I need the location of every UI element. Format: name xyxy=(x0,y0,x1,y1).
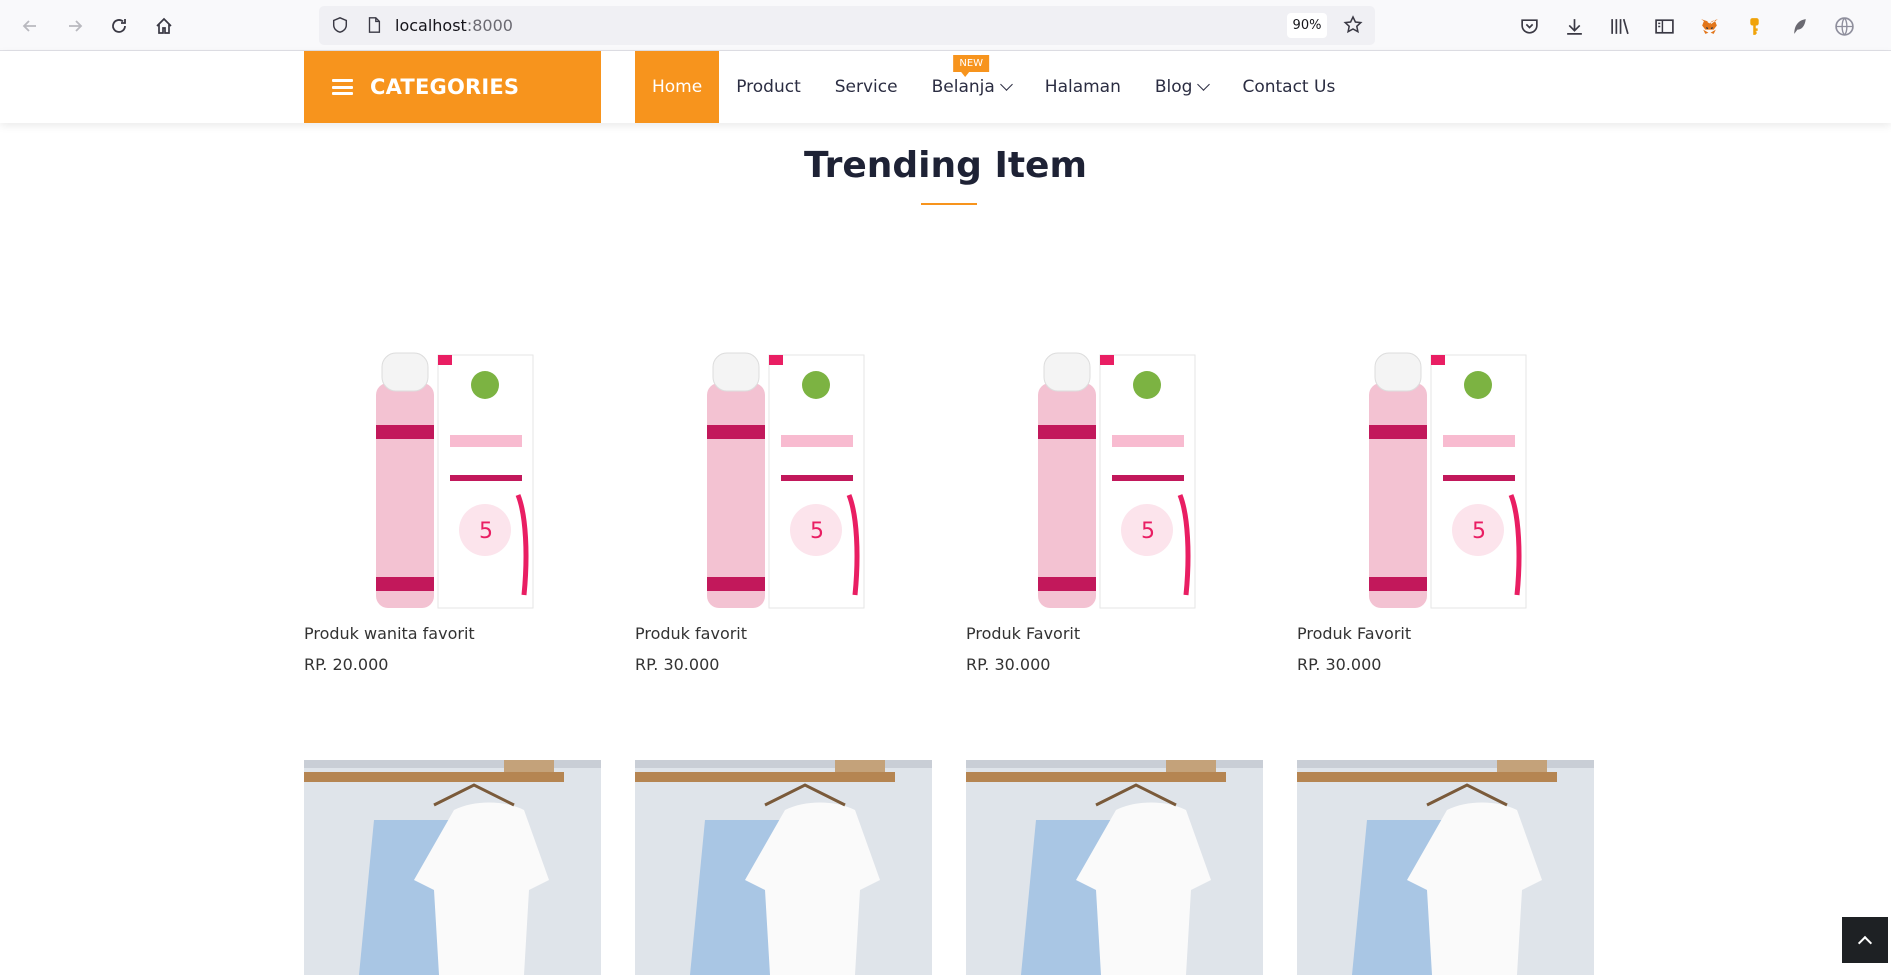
product-card[interactable]: 5 Produk wanita favorit RP. 20.000 xyxy=(304,310,601,674)
title-underline xyxy=(921,203,977,205)
download-icon[interactable] xyxy=(1561,13,1587,39)
chevron-up-icon xyxy=(1857,935,1873,950)
menu-item-label: Product xyxy=(736,77,801,97)
clothes-hanger-image xyxy=(1297,760,1594,975)
back-icon[interactable] xyxy=(17,13,43,39)
product-image[interactable] xyxy=(966,760,1263,975)
browser-toolbar: localhost:8000 90% xyxy=(0,0,1891,51)
new-badge: NEW xyxy=(953,55,990,77)
product-name[interactable]: Produk wanita favorit xyxy=(304,624,475,643)
clothes-hanger-image xyxy=(966,760,1263,975)
url-host: localhost xyxy=(395,16,467,35)
clothes-hanger-image xyxy=(304,760,601,975)
menu-item-label: Blog xyxy=(1154,77,1193,97)
serum-product-image: 5 xyxy=(375,352,533,609)
product-price: RP. 30.000 xyxy=(1297,655,1382,674)
back-to-top-button[interactable] xyxy=(1842,917,1888,963)
menu-item-home[interactable]: Home xyxy=(635,51,720,123)
product-image[interactable] xyxy=(304,760,601,975)
url-text[interactable]: localhost:8000 xyxy=(395,16,513,35)
sidebar-icon[interactable] xyxy=(1651,13,1677,39)
clothes-hanger-image xyxy=(635,760,932,975)
svg-text:5: 5 xyxy=(1472,519,1486,544)
menu-item-product[interactable]: Product xyxy=(719,51,818,123)
globe-icon[interactable] xyxy=(1831,13,1857,39)
svg-text:5: 5 xyxy=(479,519,493,544)
url-port: :8000 xyxy=(466,16,513,35)
product-price: RP. 30.000 xyxy=(635,655,720,674)
serum-product-image: 5 xyxy=(706,352,864,609)
address-bar[interactable]: localhost:8000 90% xyxy=(319,6,1375,45)
reload-icon[interactable] xyxy=(106,13,132,39)
home-icon[interactable] xyxy=(151,13,177,39)
categories-button[interactable]: CATEGORIES xyxy=(304,51,601,123)
section-title: Trending Item xyxy=(804,145,1087,186)
menu-item-label: Home xyxy=(652,77,703,97)
product-name[interactable]: Produk favorit xyxy=(635,624,747,643)
page-icon xyxy=(368,17,381,33)
metamask-fox-icon[interactable] xyxy=(1696,13,1722,39)
menu-item-label: Service xyxy=(834,77,898,97)
serum-product-image: 5 xyxy=(1037,352,1195,609)
hamburger-icon xyxy=(332,79,353,95)
serum-product-image: 5 xyxy=(1368,352,1526,609)
categories-label: CATEGORIES xyxy=(370,75,520,99)
menu-item-belanja[interactable]: NEW Belanja xyxy=(915,51,1028,123)
menu-item-contact-us[interactable]: Contact Us xyxy=(1225,51,1352,123)
bookmark-star-icon[interactable] xyxy=(1343,15,1363,35)
menu-item-blog[interactable]: Blog xyxy=(1138,51,1226,123)
product-image[interactable]: 5 xyxy=(966,310,1263,610)
product-image[interactable]: 5 xyxy=(1297,310,1594,610)
svg-text:5: 5 xyxy=(1141,519,1155,544)
product-image[interactable]: 5 xyxy=(304,310,601,610)
main-menu: Home Product Service NEW Belanja Halaman… xyxy=(635,51,1352,123)
product-name[interactable]: Produk Favorit xyxy=(966,624,1080,643)
pocket-icon[interactable] xyxy=(1516,13,1542,39)
product-card[interactable]: 5 Produk Favorit RP. 30.000 xyxy=(966,310,1263,674)
forward-icon[interactable] xyxy=(62,13,88,39)
menu-item-label: Belanja xyxy=(931,77,995,97)
shield-icon[interactable] xyxy=(331,16,349,34)
site-header: CATEGORIES Home Product Service NEW Bela… xyxy=(0,51,1891,123)
product-image[interactable] xyxy=(635,760,932,975)
product-price: RP. 20.000 xyxy=(304,655,389,674)
zoom-level[interactable]: 90% xyxy=(1287,13,1327,38)
product-name[interactable]: Produk Favorit xyxy=(1297,624,1411,643)
product-image[interactable] xyxy=(1297,760,1594,975)
product-price: RP. 30.000 xyxy=(966,655,1051,674)
product-card[interactable]: 5 Produk Favorit RP. 30.000 xyxy=(1297,310,1594,674)
menu-item-label: Contact Us xyxy=(1242,77,1336,97)
chevron-down-icon xyxy=(999,78,1013,91)
menu-item-service[interactable]: Service xyxy=(818,51,915,123)
menu-item-halaman[interactable]: Halaman xyxy=(1028,51,1138,123)
chevron-down-icon xyxy=(1197,78,1211,91)
product-card[interactable]: 5 Produk favorit RP. 30.000 xyxy=(635,310,932,674)
svg-text:5: 5 xyxy=(810,519,824,544)
menu-item-label: Halaman xyxy=(1044,77,1121,97)
product-image[interactable]: 5 xyxy=(635,310,932,610)
library-icon[interactable] xyxy=(1606,13,1632,39)
key-extension-icon[interactable] xyxy=(1741,13,1767,39)
feather-extension-icon[interactable] xyxy=(1786,13,1812,39)
